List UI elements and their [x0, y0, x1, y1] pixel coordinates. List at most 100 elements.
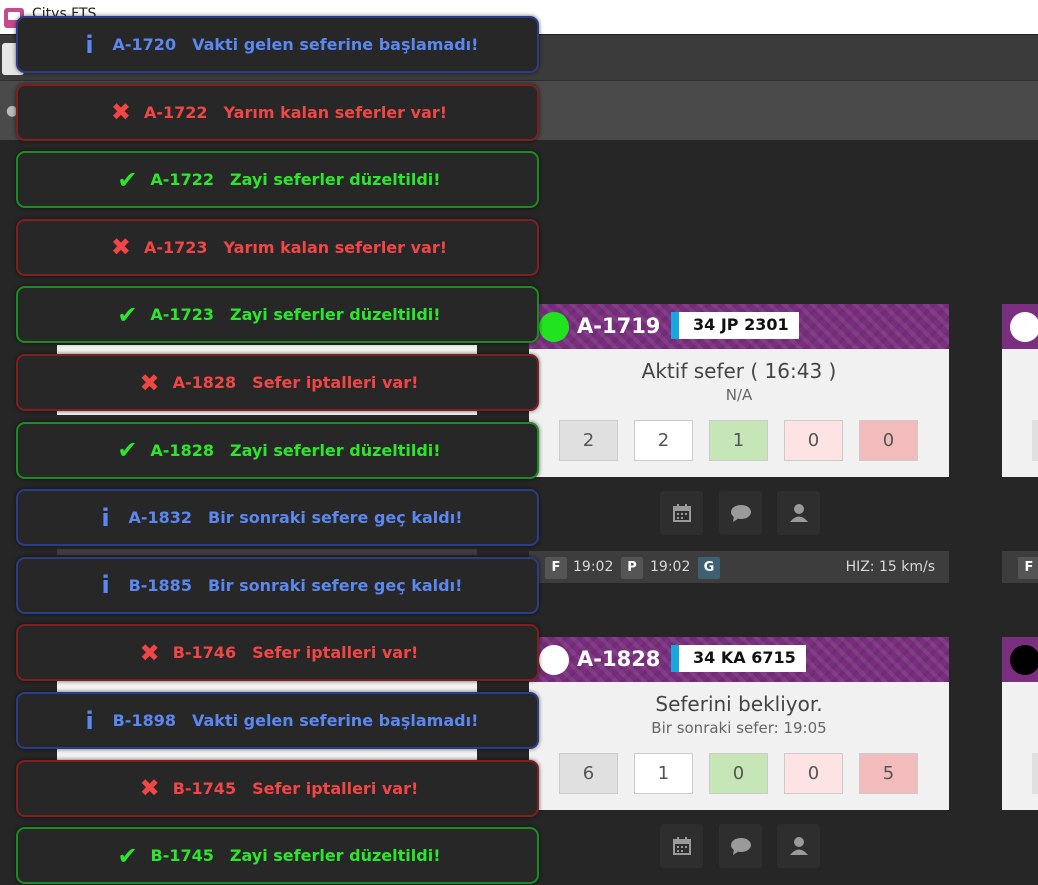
notification-message: Sefer iptalleri var! — [252, 373, 419, 392]
vehicle-card-body: Aktif sefer ( 16:43 ) N/A 2 2 1 0 0 — [529, 349, 949, 477]
first-trip-tag: F — [545, 557, 567, 579]
x-icon: ✖ — [139, 774, 160, 803]
check-icon: ✔ — [117, 841, 138, 870]
notification-error[interactable]: ✖ A-1723 Yarım kalan seferler var! — [16, 218, 539, 276]
first-trip-tag: F — [1018, 557, 1038, 579]
status-dot-icon — [1010, 312, 1038, 342]
vehicle-card-partial-body — [1002, 682, 1038, 810]
notification-success[interactable]: ✔ A-1722 Zayi seferler düzeltildi! — [16, 151, 539, 209]
notification-code: A-1722 — [150, 170, 214, 190]
count-total[interactable]: 6 — [559, 753, 618, 794]
notification-message: Yarım kalan seferler var! — [223, 237, 448, 257]
notification-code: A-1828 — [172, 373, 237, 392]
notification-code: A-1828 — [150, 440, 214, 460]
notification-message: Bir sonraki sefere geç kaldı! — [207, 575, 463, 595]
notification-success[interactable]: ✔ B-1745 Zayi seferler düzeltildi! — [16, 827, 539, 885]
count-cancelled[interactable]: 0 — [859, 420, 918, 461]
status-dot-icon — [539, 645, 569, 675]
trip-counts: 2 2 1 0 0 — [559, 420, 919, 461]
notification-message: Sefer iptalleri var! — [252, 643, 419, 663]
comment-icon[interactable] — [719, 491, 762, 535]
info-icon: i — [85, 30, 94, 59]
vehicle-code: A-1719 — [577, 314, 661, 338]
vehicle-plate: 34 KA 6715 — [671, 645, 806, 672]
comment-icon[interactable] — [719, 824, 762, 868]
vehicle-card-header: A-1828 34 KA 6715 — [529, 637, 949, 682]
planned-trip-time: 19:02 — [650, 559, 691, 575]
notification-code: A-1720 — [112, 35, 177, 54]
x-icon: ✖ — [110, 98, 132, 127]
notification-info[interactable]: i B-1898 Vakti gelen seferine başlamadı! — [16, 692, 539, 749]
notification-info[interactable]: i A-1720 Vakti gelen seferine başlamadı! — [16, 16, 539, 73]
planned-trip-tag: P — [621, 557, 643, 579]
count-planned[interactable]: 2 — [634, 420, 693, 461]
notification-message: Zayi seferler düzeltildi! — [229, 170, 441, 190]
status-dot-icon — [539, 312, 569, 342]
count-total[interactable]: 2 — [559, 420, 618, 461]
x-icon: ✖ — [139, 368, 160, 397]
info-icon: i — [101, 571, 110, 600]
gps-tag: G — [698, 557, 720, 579]
vehicle-card[interactable]: A-1719 34 JP 2301 Aktif sefer ( 16:43 ) … — [529, 304, 949, 477]
vehicle-card-header: A-1719 34 JP 2301 — [529, 304, 949, 349]
trip-status: Aktif sefer ( 16:43 ) — [641, 359, 837, 383]
count-completed[interactable]: 0 — [709, 753, 768, 794]
x-icon: ✖ — [139, 638, 160, 667]
status-dot-icon — [1010, 645, 1038, 675]
notification-code: B-1885 — [128, 575, 192, 595]
vehicle-card-actions — [529, 491, 949, 535]
info-icon: i — [101, 503, 110, 532]
vehicle-card-partial-header — [1002, 304, 1038, 349]
vehicle-card-partial-body — [1002, 349, 1038, 477]
notification-message: Zayi seferler düzeltildi! — [229, 305, 441, 325]
count-partial[interactable]: 0 — [784, 753, 843, 794]
vehicle-card[interactable]: A-1828 34 KA 6715 Seferini bekliyor. Bir… — [529, 637, 949, 810]
notification-error[interactable]: ✖ A-1722 Yarım kalan seferler var! — [16, 83, 539, 141]
notification-error[interactable]: ✖ B-1745 Sefer iptalleri var! — [16, 759, 539, 817]
notification-message: Bir sonraki sefere geç kaldı! — [208, 508, 463, 528]
vehicle-plate: 34 JP 2301 — [671, 312, 799, 339]
user-icon[interactable] — [777, 491, 820, 535]
check-icon: ✔ — [117, 165, 138, 194]
calendar-icon[interactable] — [660, 491, 703, 535]
notification-message: Sefer iptalleri var! — [252, 778, 419, 798]
notification-error[interactable]: ✖ B-1746 Sefer iptalleri var! — [16, 624, 539, 682]
notification-info[interactable]: i A-1832 Bir sonraki sefere geç kaldı! — [16, 489, 539, 547]
speed-readout: HIZ: 15 km/s — [845, 559, 935, 575]
notification-message: Zayi seferler düzeltildi! — [229, 440, 441, 460]
calendar-icon[interactable] — [660, 824, 703, 868]
notification-code: A-1832 — [128, 508, 193, 528]
notification-code: A-1722 — [143, 102, 208, 122]
count-planned[interactable]: 1 — [634, 753, 693, 794]
check-icon: ✔ — [117, 436, 138, 465]
notification-error[interactable]: ✖ A-1828 Sefer iptalleri var! — [16, 354, 539, 411]
vehicle-card-partial-footer: F — [1002, 551, 1038, 583]
user-icon[interactable] — [777, 824, 820, 868]
count-cancelled[interactable]: 5 — [859, 753, 918, 794]
vehicle-card-actions — [529, 824, 949, 868]
vehicle-card-footer: F 19:02 P 19:02 G HIZ: 15 km/s — [529, 551, 949, 583]
vehicle-card-footer-partial — [57, 549, 477, 555]
notification-message: Yarım kalan seferler var! — [223, 102, 448, 122]
count-partial[interactable]: 0 — [784, 420, 843, 461]
vehicle-code: A-1828 — [577, 647, 661, 671]
notification-success[interactable]: ✔ A-1828 Zayi seferler düzeltildi! — [16, 421, 539, 479]
count-completed[interactable]: 1 — [709, 420, 768, 461]
notification-message: Vakti gelen seferine başlamadı! — [192, 35, 479, 54]
trip-counts: 6 1 0 0 5 — [559, 753, 919, 794]
vehicle-card-body: Seferini bekliyor. Bir sonraki sefer: 19… — [529, 682, 949, 810]
notification-success[interactable]: ✔ A-1723 Zayi seferler düzeltildi! — [16, 286, 539, 344]
first-trip-time: 19:02 — [573, 559, 614, 575]
notification-code: B-1898 — [112, 711, 176, 730]
notification-message: Vakti gelen seferine başlamadı! — [191, 711, 479, 730]
notification-code: B-1745 — [172, 778, 237, 798]
check-icon: ✔ — [117, 300, 138, 329]
notification-info[interactable]: i B-1885 Bir sonraki sefere geç kaldı! — [16, 556, 539, 614]
trip-substatus: Bir sonraki sefer: 19:05 — [651, 719, 827, 737]
trip-substatus: N/A — [725, 386, 753, 404]
notification-code: B-1745 — [150, 846, 214, 866]
info-icon: i — [85, 706, 94, 735]
notification-code: B-1746 — [172, 643, 237, 663]
x-icon: ✖ — [110, 233, 132, 262]
notification-message: Zayi seferler düzeltildi! — [229, 846, 441, 866]
